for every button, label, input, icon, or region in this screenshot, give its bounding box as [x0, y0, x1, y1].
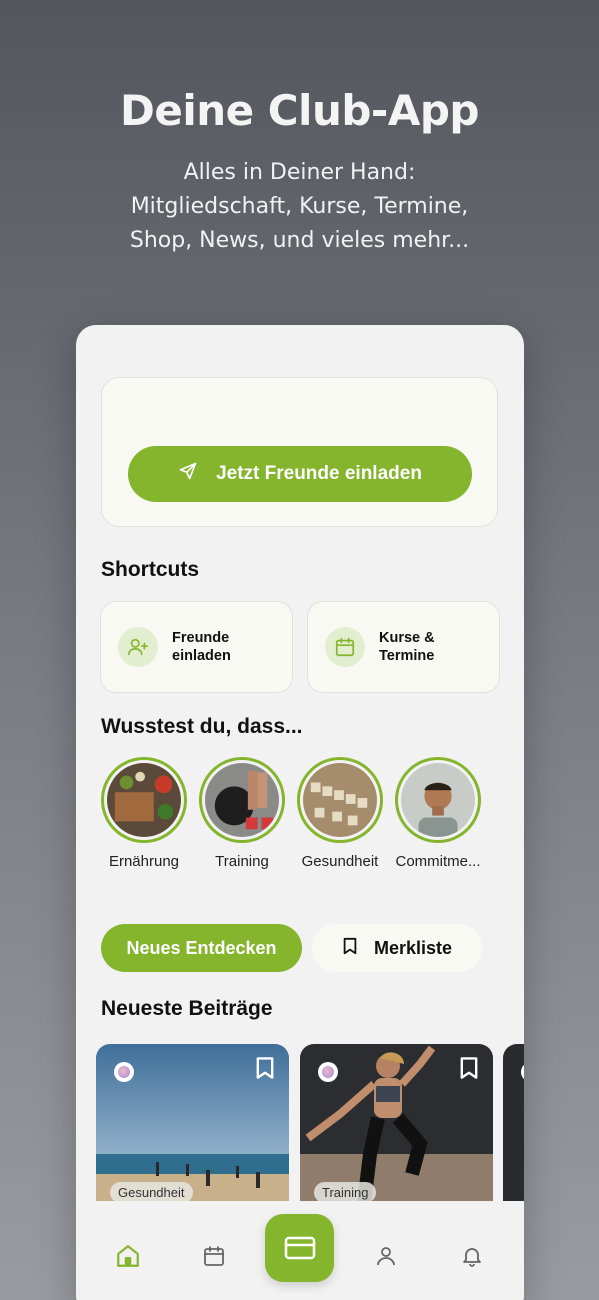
author-avatar [114, 1062, 134, 1082]
tab-watchlist-label: Merkliste [373, 937, 453, 958]
bell-icon[interactable] [457, 1241, 487, 1271]
bookmark-icon [342, 937, 358, 960]
author-avatar [318, 1062, 338, 1082]
invite-button-label: Jetzt Freunde einladen [216, 463, 422, 484]
shortcut-label: Kurse & Termine [379, 630, 435, 664]
hero-subtitle-line: Mitgliedschaft, Kurse, Termine, [130, 194, 469, 219]
story-image [303, 763, 377, 837]
phone-screen: Jetzt Freunde einladen Shortcuts Freunde… [76, 325, 524, 1300]
story-label: Commitme... [395, 853, 481, 870]
card-icon[interactable] [265, 1214, 334, 1282]
story-label: Gesundheit [301, 853, 379, 870]
story-nutrition[interactable]: Ernährung [99, 757, 189, 870]
calendar-icon[interactable] [199, 1241, 229, 1271]
post-card[interactable]: Training [300, 1044, 493, 1209]
shortcuts-title: Shortcuts [101, 558, 200, 581]
post-tag: Gesundheit [110, 1182, 193, 1203]
calendar-icon [325, 627, 365, 667]
story-training[interactable]: Training [197, 757, 287, 870]
stories-title: Wusstest du, dass... [101, 715, 303, 738]
story-image [205, 763, 279, 837]
hero-subtitle-line: Alles in Deiner Hand: [183, 160, 416, 185]
story-image [107, 763, 181, 837]
story-health[interactable]: Gesundheit [295, 757, 385, 870]
story-commitment[interactable]: Commitme... [393, 757, 483, 870]
author-avatar [521, 1062, 524, 1082]
invite-card: Jetzt Freunde einladen [101, 377, 498, 527]
story-label: Ernährung [108, 853, 180, 870]
hero-subtitle: Alles in Deiner Hand: Mitgliedschaft, Ku… [0, 156, 599, 258]
story-image [401, 763, 475, 837]
invite-friends-button[interactable]: Jetzt Freunde einladen [128, 446, 472, 502]
profile-icon[interactable] [371, 1241, 401, 1271]
hero-title: Deine Club-App [119, 86, 480, 135]
bookmark-icon[interactable] [255, 1056, 275, 1085]
post-card[interactable] [503, 1044, 524, 1209]
hero-subtitle-line: Shop, News, und vieles mehr... [129, 228, 470, 253]
tab-watchlist[interactable]: Merkliste [312, 924, 482, 972]
story-label: Training [215, 853, 269, 870]
shortcut-courses-dates[interactable]: Kurse & Termine [307, 601, 500, 693]
home-icon[interactable] [113, 1241, 143, 1271]
post-card[interactable]: Gesundheit [96, 1044, 289, 1209]
send-icon [178, 461, 198, 487]
tab-discover[interactable]: Neues Entdecken [101, 924, 302, 972]
bookmark-icon[interactable] [459, 1056, 479, 1085]
post-tag: Training [314, 1182, 377, 1203]
shortcut-invite-friends[interactable]: Freunde einladen [100, 601, 293, 693]
user-plus-icon [118, 627, 158, 667]
shortcut-label: Freunde einladen [172, 630, 231, 664]
bottom-navigation [76, 1201, 524, 1300]
posts-title: Neueste Beiträge [101, 997, 273, 1020]
